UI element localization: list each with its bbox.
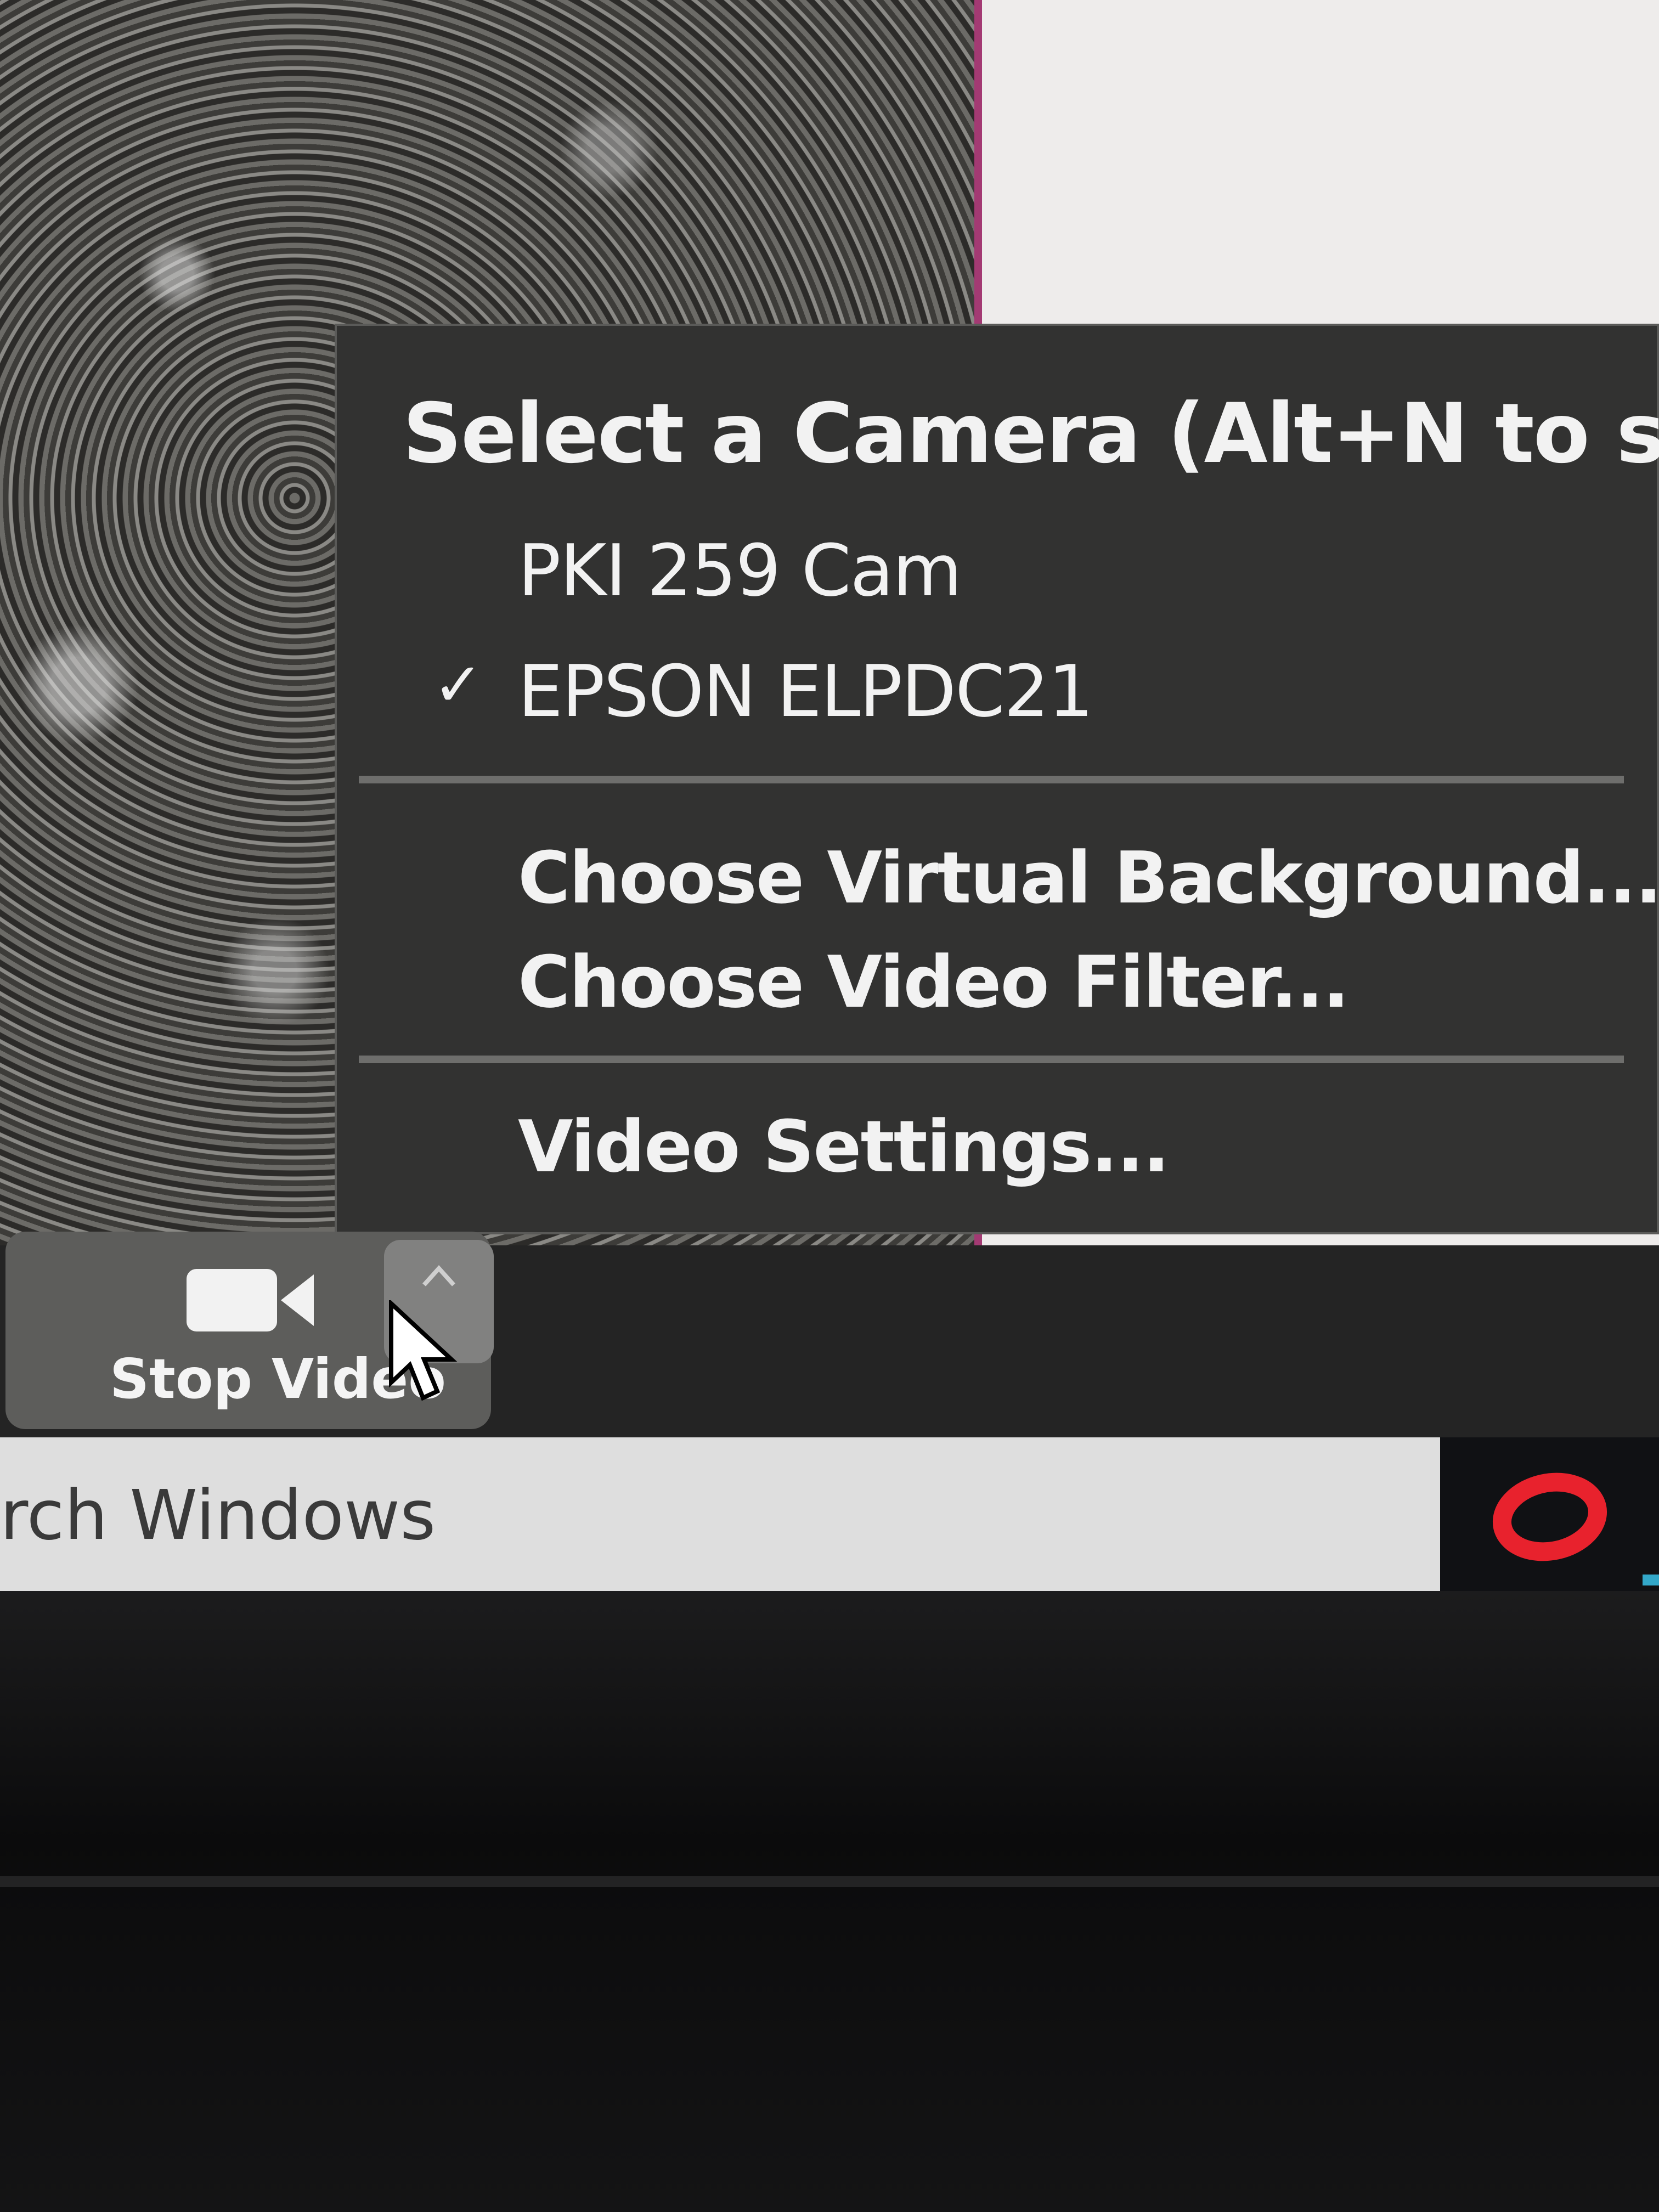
bezel-lip	[0, 1876, 1659, 1887]
menu-divider	[359, 776, 1624, 783]
mouse-cursor-icon	[389, 1300, 458, 1401]
caret-up-icon	[422, 1265, 455, 1286]
choose-video-filter-item[interactable]: Choose Video Filter...	[518, 940, 1350, 1024]
menu-divider	[359, 1056, 1624, 1063]
checkmark-icon: ✓	[433, 650, 484, 720]
menu-header: Select a Camera (Alt+N to switch)	[403, 386, 1659, 482]
opera-icon[interactable]	[1492, 1470, 1607, 1564]
camera-option-pki-259-cam[interactable]: PKI 259 Cam	[518, 529, 962, 612]
video-settings-item[interactable]: Video Settings...	[518, 1105, 1170, 1188]
screen: Select a Camera (Alt+N to switch) PKI 25…	[0, 0, 1659, 1591]
windows-taskbar: rch Windows	[0, 1437, 1659, 1591]
monitor-bezel	[0, 1591, 1659, 2212]
taskbar-search-box[interactable]: rch Windows	[0, 1437, 1440, 1591]
search-placeholder: rch Windows	[0, 1476, 436, 1555]
select-camera-menu: Select a Camera (Alt+N to switch) PKI 25…	[335, 324, 1659, 1234]
video-camera-icon	[187, 1269, 314, 1331]
choose-virtual-background-item[interactable]: Choose Virtual Background...	[518, 836, 1659, 919]
camera-option-epson-elpdc21[interactable]: EPSON ELPDC21	[518, 650, 1093, 733]
taskbar-edge-accent	[1643, 1575, 1659, 1585]
